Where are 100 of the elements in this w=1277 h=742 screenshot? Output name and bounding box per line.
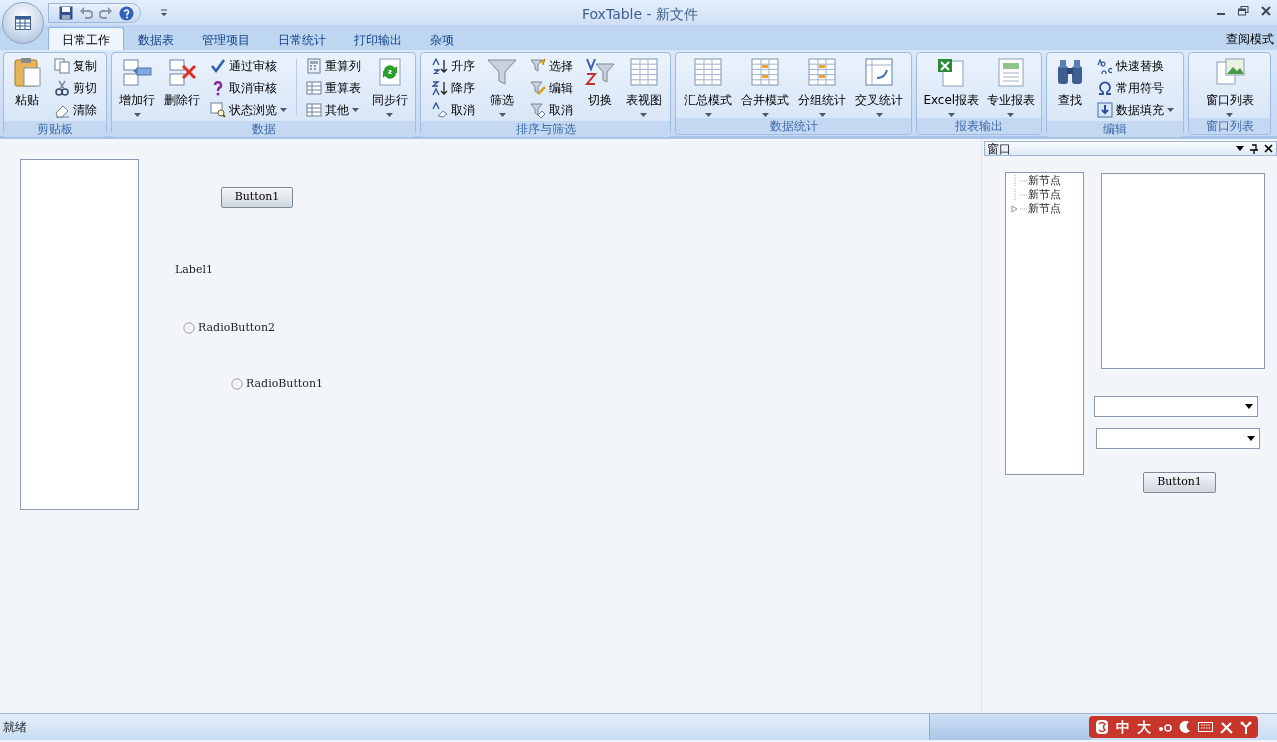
ribbon-button[interactable]: 分组统计 xyxy=(795,55,849,118)
ribbon-tab[interactable]: 数据表 xyxy=(124,27,188,50)
ribbon-button[interactable]: 清除 xyxy=(51,99,99,121)
ribbon-button[interactable]: 剪切 xyxy=(51,77,99,99)
mode-label[interactable]: 查阅模式 xyxy=(1226,30,1274,48)
ribbon-button[interactable]: 重算表 xyxy=(304,77,364,99)
ribbon-button[interactable]: Excel报表 xyxy=(920,55,983,118)
checkmark-icon xyxy=(209,58,226,74)
ribbon-button[interactable]: 复制 xyxy=(51,55,99,77)
ribbon-button[interactable]: 通过审核 xyxy=(207,55,289,77)
ribbon-button[interactable]: 常用符号 xyxy=(1094,77,1176,99)
ribbon-button[interactable]: 合并模式 xyxy=(738,55,792,118)
customize-toolbar-icon[interactable] xyxy=(160,9,168,17)
ribbon-button[interactable]: 编辑 xyxy=(527,77,575,99)
help-icon[interactable] xyxy=(119,5,134,21)
keyboard-icon[interactable] xyxy=(1198,722,1213,732)
save-icon[interactable] xyxy=(59,6,73,20)
ribbon-button[interactable]: 重算列 xyxy=(304,55,364,77)
radio-label: RadioButton1 xyxy=(246,376,323,392)
restore-icon[interactable] xyxy=(1238,6,1249,16)
ribbon-button[interactable]: 升序 xyxy=(429,55,477,77)
ribbon-button[interactable]: 窗口列表 xyxy=(1202,55,1257,118)
form-label: Label1 xyxy=(175,262,213,278)
sort-clear-icon xyxy=(431,102,448,118)
list-box[interactable] xyxy=(20,159,139,510)
ribbon-button[interactable]: 切换 xyxy=(581,55,619,121)
ribbon-button[interactable]: 降序 xyxy=(429,77,477,99)
ime-mode[interactable]: 大 xyxy=(1137,716,1151,738)
group-title: 剪贴板 xyxy=(4,121,106,137)
table-icon xyxy=(306,80,323,96)
ribbon-button[interactable]: 数据填充 xyxy=(1094,99,1176,121)
ribbon-button[interactable]: 其他 xyxy=(304,99,364,121)
omega-icon xyxy=(1096,80,1113,96)
ribbon-button[interactable]: 交叉统计 xyxy=(852,55,906,118)
ribbon-button[interactable]: 查找 xyxy=(1051,55,1090,121)
close-icon[interactable] xyxy=(1261,6,1271,16)
antenna-icon[interactable] xyxy=(1240,720,1252,734)
list-box[interactable] xyxy=(1101,173,1265,369)
copy-icon xyxy=(53,58,70,74)
funnel-pencil-icon xyxy=(529,80,546,96)
undo-icon[interactable] xyxy=(79,6,93,20)
radio-button[interactable] xyxy=(231,378,243,391)
group-title: 窗口列表 xyxy=(1189,118,1270,134)
grid-icon xyxy=(806,56,838,88)
moon-icon[interactable] xyxy=(1179,721,1191,733)
ribbon-button[interactable]: 同步行 xyxy=(368,55,411,121)
push-button[interactable]: Button1 xyxy=(1143,472,1216,493)
redo-icon[interactable] xyxy=(99,6,113,20)
ribbon-button[interactable]: 筛选 xyxy=(483,55,521,121)
ribbon-tab[interactable]: 管理项目 xyxy=(188,27,264,50)
punctuation-icon[interactable] xyxy=(1158,722,1172,732)
ribbon-button[interactable]: 汇总模式 xyxy=(681,55,735,118)
office-button[interactable] xyxy=(2,2,44,44)
ribbon-button[interactable]: 增加行 xyxy=(116,55,159,121)
radio-button[interactable] xyxy=(183,322,195,335)
ribbon-button[interactable]: 状态浏览 xyxy=(207,99,289,121)
ribbon-button[interactable]: 取消审核 xyxy=(207,77,289,99)
ribbon-button[interactable]: 取消 xyxy=(429,99,477,121)
ribbon-button[interactable]: 选择 xyxy=(527,55,575,77)
table-magnifier-icon xyxy=(209,102,226,118)
table-icon xyxy=(306,102,323,118)
ribbon-tab[interactable]: 打印输出 xyxy=(340,27,416,50)
ribbon-button[interactable]: 取消 xyxy=(527,99,575,121)
ribbon-tab[interactable]: 日常统计 xyxy=(264,27,340,50)
sort-descending-icon xyxy=(431,80,448,96)
close-icon[interactable] xyxy=(1264,144,1273,153)
grid-icon xyxy=(627,56,660,88)
radio-label: RadioButton2 xyxy=(198,320,275,336)
table-row-icon xyxy=(121,56,154,88)
dropdown-field[interactable] xyxy=(1094,396,1258,417)
ribbon-button[interactable]: 专业报表 xyxy=(983,55,1038,118)
ribbon-button[interactable]: 删除行 xyxy=(160,55,203,121)
push-button[interactable]: Button1 xyxy=(221,187,293,208)
caret-icon[interactable] xyxy=(1236,146,1244,151)
group-title: 编辑 xyxy=(1047,121,1183,137)
pin-icon[interactable] xyxy=(1250,143,1258,154)
logo-icon[interactable] xyxy=(1095,719,1109,735)
ribbon-tab[interactable]: 杂项 xyxy=(416,27,468,50)
funnel-eraser-icon xyxy=(529,102,546,118)
picture-window-icon xyxy=(1213,56,1246,88)
scissors-icon xyxy=(53,80,70,96)
ime-mode[interactable]: 中 xyxy=(1116,716,1130,738)
ribbon-button[interactable]: 表视图 xyxy=(622,55,665,121)
tools-icon[interactable] xyxy=(1220,720,1233,734)
fill-down-icon xyxy=(1096,102,1113,118)
replace-icon xyxy=(1096,58,1113,74)
dropdown-field[interactable] xyxy=(1096,428,1260,449)
funnel-icon xyxy=(486,56,518,88)
ribbon-button[interactable]: 快速替换 xyxy=(1094,55,1176,77)
tree-view[interactable]: 新节点 新节点 新节点 xyxy=(1005,172,1084,475)
ribbon-button[interactable]: 粘贴 xyxy=(8,55,47,121)
window-title: FoxTable - 新文件 xyxy=(580,5,700,24)
ribbon-tab[interactable]: 日常工作 xyxy=(48,27,124,50)
panel-title: 窗口 xyxy=(987,140,1011,158)
group-title: 排序与筛选 xyxy=(421,121,670,137)
sort-ascending-icon xyxy=(431,58,448,74)
group-title: 报表输出 xyxy=(917,118,1041,134)
group-title: 数据统计 xyxy=(676,118,911,134)
calculator-icon xyxy=(306,58,323,74)
grid-icon xyxy=(692,56,724,88)
